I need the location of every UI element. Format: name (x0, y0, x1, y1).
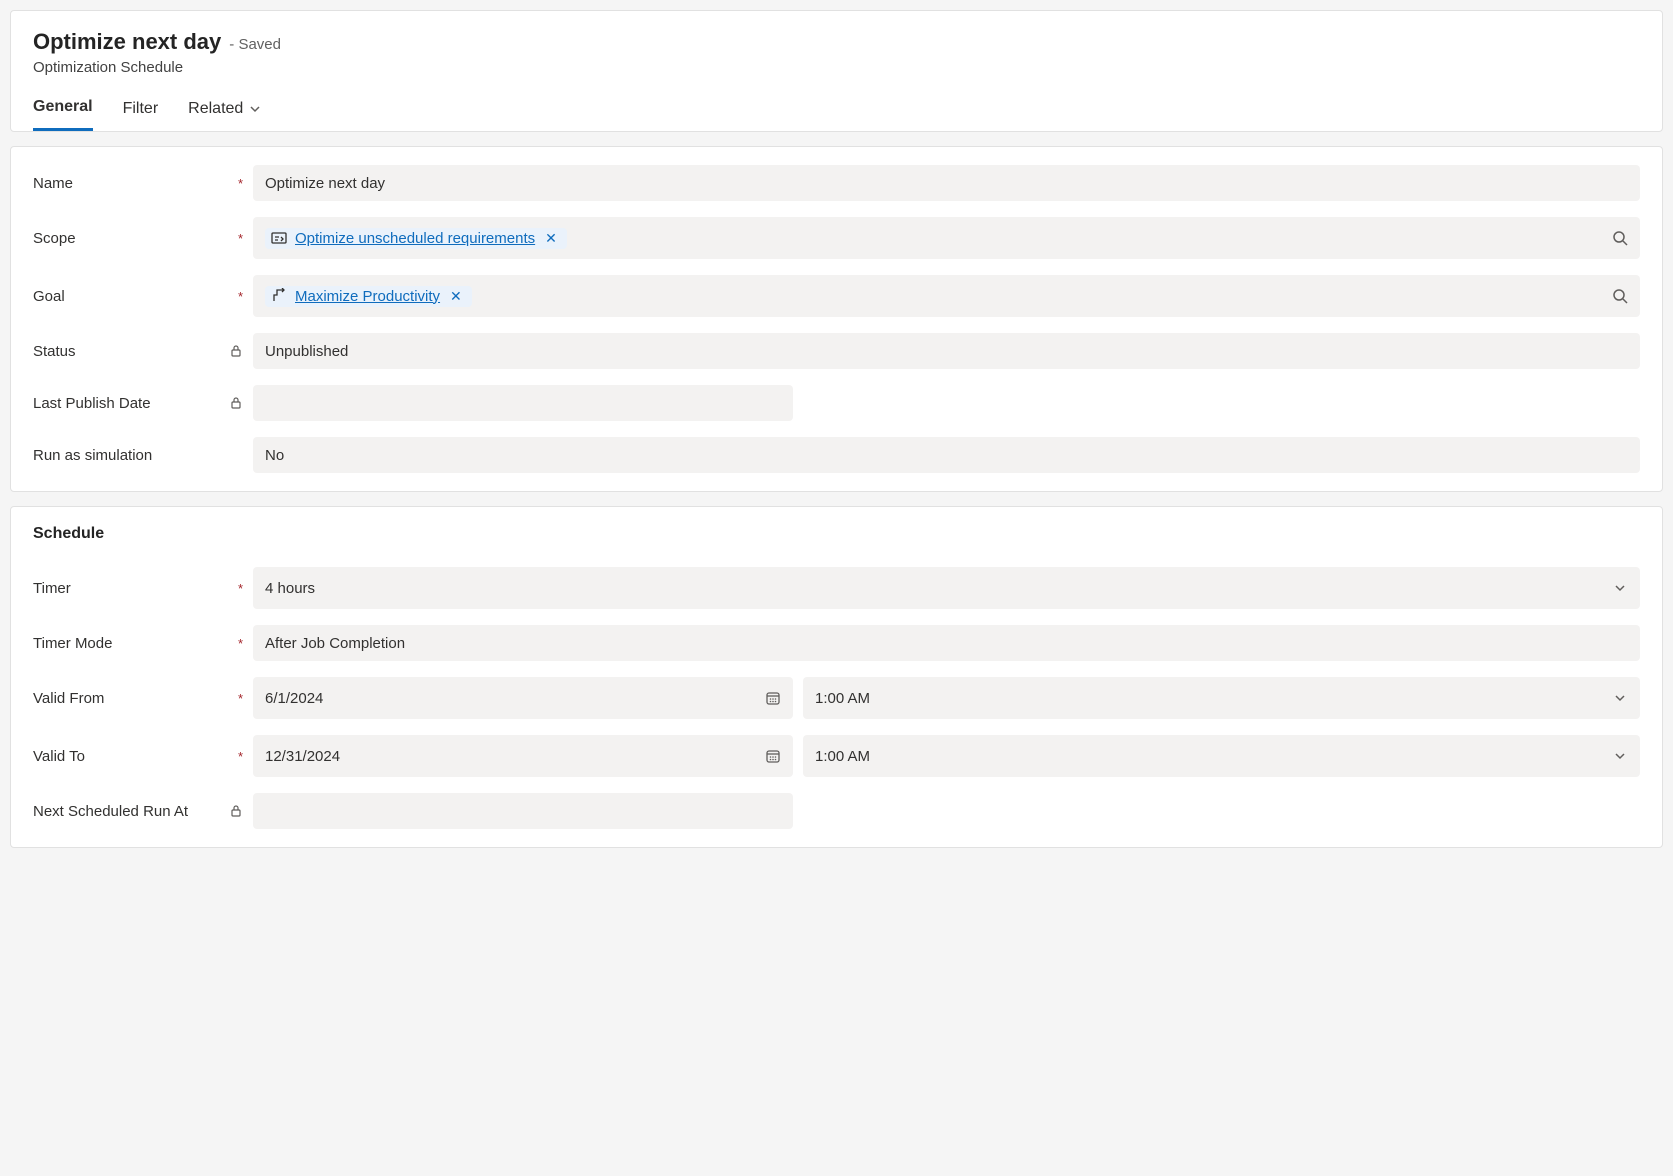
last-publish-date-input (253, 385, 793, 421)
field-label: Run as simulation (33, 447, 243, 464)
status-input: Unpublished (253, 333, 1640, 369)
search-icon[interactable] (1606, 282, 1634, 310)
field-goal: Goal * Maximize Productivity ✕ (33, 275, 1640, 317)
input-value: 1:00 AM (815, 690, 870, 707)
scope-lookup[interactable]: Optimize unscheduled requirements ✕ (253, 217, 1640, 259)
tab-related[interactable]: Related (188, 98, 261, 131)
lock-icon (229, 344, 243, 358)
valid-from-time-input[interactable]: 1:00 AM (803, 677, 1640, 719)
input-value: 1:00 AM (815, 748, 870, 765)
section-schedule: Schedule Timer * 4 hours Timer Mode (10, 506, 1663, 848)
field-label: Scope (33, 230, 234, 247)
tab-general[interactable]: General (33, 98, 93, 131)
required-indicator: * (238, 749, 243, 764)
field-label: Valid To (33, 748, 234, 765)
calendar-icon[interactable] (759, 742, 787, 770)
valid-to-date-input[interactable]: 12/31/2024 (253, 735, 793, 777)
input-value: 6/1/2024 (265, 690, 323, 707)
remove-tag-icon[interactable]: ✕ (448, 288, 464, 305)
field-label: Next Scheduled Run At (33, 803, 229, 820)
remove-tag-icon[interactable]: ✕ (543, 230, 559, 247)
run-as-simulation-input[interactable]: No (253, 437, 1640, 473)
required-indicator: * (238, 691, 243, 706)
tab-label: Related (188, 100, 243, 118)
chevron-down-icon (249, 103, 261, 115)
chevron-down-icon (1606, 574, 1634, 602)
lookup-tag: Maximize Productivity ✕ (265, 286, 472, 307)
required-indicator: * (238, 176, 243, 191)
section-general: Name * Optimize next day Scope * (10, 146, 1663, 492)
header-card: Optimize next day - Saved Optimization S… (10, 10, 1663, 132)
entity-name: Optimization Schedule (33, 59, 1640, 76)
lock-icon (229, 396, 243, 410)
search-icon[interactable] (1606, 224, 1634, 252)
field-next-scheduled-run-at: Next Scheduled Run At (33, 793, 1640, 829)
field-timer-mode: Timer Mode * After Job Completion (33, 625, 1640, 661)
goal-lookup[interactable]: Maximize Productivity ✕ (253, 275, 1640, 317)
chevron-down-icon (1606, 742, 1634, 770)
field-status: Status Unpublished (33, 333, 1640, 369)
input-value: Unpublished (265, 343, 348, 360)
field-label: Goal (33, 288, 234, 305)
page-title: Optimize next day (33, 29, 221, 55)
scope-link[interactable]: Optimize unscheduled requirements (295, 230, 535, 247)
section-title: Schedule (33, 525, 1640, 543)
field-timer: Timer * 4 hours (33, 567, 1640, 609)
valid-to-time-input[interactable]: 1:00 AM (803, 735, 1640, 777)
timer-mode-input[interactable]: After Job Completion (253, 625, 1640, 661)
required-indicator: * (238, 581, 243, 596)
lookup-tag: Optimize unscheduled requirements ✕ (265, 228, 567, 249)
save-status: - Saved (229, 36, 281, 53)
calendar-icon[interactable] (759, 684, 787, 712)
field-run-as-simulation: Run as simulation No (33, 437, 1640, 473)
input-value: After Job Completion (265, 635, 405, 652)
required-indicator: * (238, 289, 243, 304)
required-indicator: * (238, 231, 243, 246)
field-label: Status (33, 343, 229, 360)
name-input[interactable]: Optimize next day (253, 165, 1640, 201)
goal-link[interactable]: Maximize Productivity (295, 288, 440, 305)
input-value: 12/31/2024 (265, 748, 340, 765)
input-value: No (265, 447, 284, 464)
valid-from-date-input[interactable]: 6/1/2024 (253, 677, 793, 719)
goal-entity-icon (271, 288, 287, 304)
field-last-publish-date: Last Publish Date (33, 385, 1640, 421)
lock-icon (229, 804, 243, 818)
field-label: Timer Mode (33, 635, 234, 652)
required-indicator: * (238, 636, 243, 651)
field-label: Last Publish Date (33, 395, 229, 412)
input-value: 4 hours (265, 580, 315, 597)
field-label: Valid From (33, 690, 234, 707)
scope-entity-icon (271, 230, 287, 246)
input-value: Optimize next day (265, 175, 385, 192)
next-scheduled-run-at-input (253, 793, 793, 829)
tab-filter[interactable]: Filter (123, 98, 159, 131)
timer-select[interactable]: 4 hours (253, 567, 1640, 609)
field-label: Name (33, 175, 234, 192)
tabs: General Filter Related (33, 98, 1640, 131)
field-valid-from: Valid From * 6/1/2024 1:00 AM (33, 677, 1640, 719)
field-name: Name * Optimize next day (33, 165, 1640, 201)
field-valid-to: Valid To * 12/31/2024 1:00 AM (33, 735, 1640, 777)
field-scope: Scope * Optimize unscheduled requirement… (33, 217, 1640, 259)
tab-label: General (33, 98, 93, 116)
tab-label: Filter (123, 100, 159, 118)
chevron-down-icon (1606, 684, 1634, 712)
field-label: Timer (33, 580, 234, 597)
